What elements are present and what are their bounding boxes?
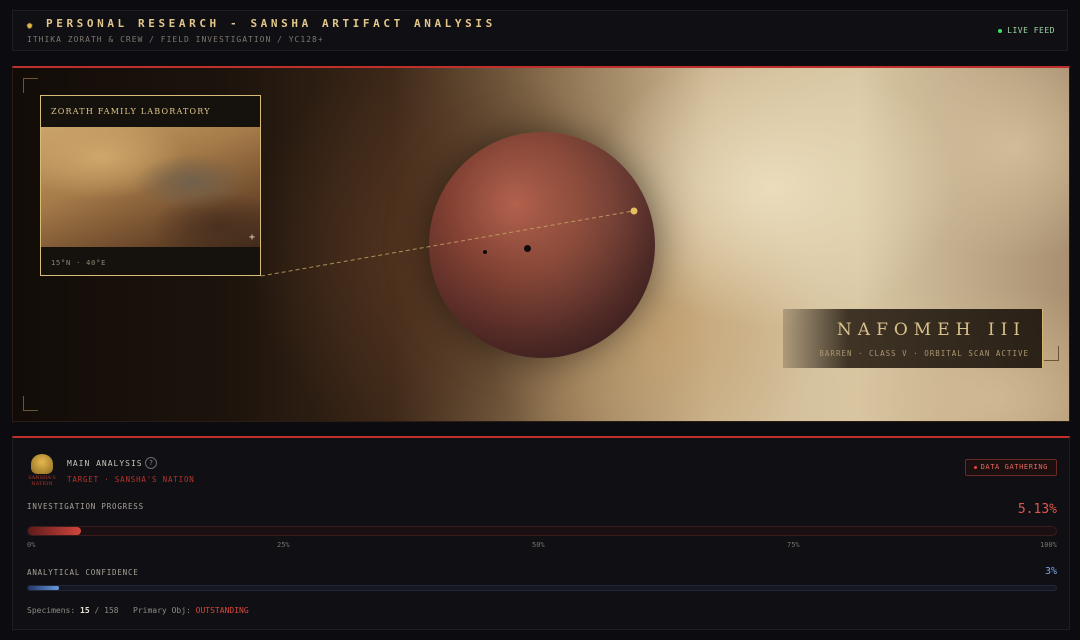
- analytical-confidence-bar: [27, 585, 1057, 591]
- specimens-total: 158: [104, 606, 119, 615]
- planet-crater: [524, 245, 531, 252]
- plus-icon[interactable]: +: [249, 232, 255, 243]
- analysis-footer: Specimens: 15 / 158 Primary Obj: OUTSTAN…: [27, 606, 249, 615]
- planet-sphere[interactable]: [429, 132, 655, 358]
- planet-name-plate: NAFOMEH III BARREN · CLASS V · ORBITAL S…: [783, 309, 1043, 368]
- planet-name: NAFOMEH III: [836, 320, 1026, 340]
- specimens-separator: /: [94, 606, 100, 615]
- frame-corner-bottom-right: [1044, 346, 1059, 361]
- live-feed-indicator[interactable]: LIVE FEED: [998, 26, 1055, 35]
- top-header: ✹ PERSONAL RESEARCH - SANSHA ARTIFACT AN…: [12, 10, 1068, 51]
- primary-objective-label: Primary Obj:: [133, 606, 191, 615]
- progress-tick: 50%: [532, 541, 545, 549]
- location-card[interactable]: ZORATH FAMILY LABORATORY + 15°N · 40°E: [40, 95, 261, 276]
- specimens-label: Specimens:: [27, 606, 76, 615]
- investigation-progress-value: 5.13%: [1017, 502, 1057, 517]
- page-title: PERSONAL RESEARCH - SANSHA ARTIFACT ANAL…: [46, 17, 496, 30]
- frame-corner-bottom-left: [23, 396, 38, 411]
- analytical-confidence-label: ANALYTICAL CONFIDENCE: [27, 568, 139, 577]
- breadcrumb: ITHIKA ZORATH & CREW / FIELD INVESTIGATI…: [27, 35, 324, 44]
- location-coords: 15°N · 40°E: [51, 259, 107, 267]
- investigation-progress-bar: [27, 526, 1057, 536]
- target-label: TARGET · SANSHA'S NATION: [67, 475, 195, 484]
- planet-meta: BARREN · CLASS V · ORBITAL SCAN ACTIVE: [819, 349, 1029, 358]
- location-image[interactable]: +: [41, 127, 260, 247]
- progress-tick: 100%: [1040, 541, 1057, 549]
- live-feed-label: LIVE FEED: [1007, 26, 1055, 35]
- frame-corner-top-left: [23, 78, 38, 93]
- planet-scene: ZORATH FAMILY LABORATORY + 15°N · 40°E N…: [12, 66, 1070, 422]
- location-title: ZORATH FAMILY LABORATORY: [51, 107, 211, 116]
- main-analysis-label: MAIN ANALYSIS: [67, 459, 143, 468]
- emblem-text-line: NATION: [31, 481, 53, 487]
- progress-tick: 25%: [277, 541, 290, 549]
- emblem-mark: [31, 454, 53, 474]
- analytical-confidence-fill: [28, 586, 59, 590]
- emblem-text: SANSHA'S NATION: [27, 475, 57, 487]
- analysis-panel: SANSHA'S NATION MAIN ANALYSIS ? TARGET ·…: [12, 436, 1070, 630]
- investigation-progress-label: INVESTIGATION PROGRESS: [27, 502, 144, 511]
- specimens-count: 15: [80, 606, 90, 615]
- status-badge-label: DATA GATHERING: [980, 463, 1048, 471]
- status-dot-icon: [973, 465, 977, 469]
- gear-icon: ✹: [26, 18, 34, 32]
- analytical-confidence-value: 3%: [1044, 566, 1057, 577]
- live-dot-icon: [998, 28, 1003, 33]
- progress-tick: 0%: [27, 541, 36, 549]
- primary-objective-value: OUTSTANDING: [195, 606, 249, 615]
- investigation-progress-fill: [28, 527, 81, 535]
- sansha-emblem-icon: SANSHA'S NATION: [27, 454, 57, 488]
- planet-crater: [483, 250, 487, 254]
- progress-tick: 75%: [787, 541, 800, 549]
- help-icon[interactable]: ?: [145, 457, 157, 469]
- status-badge: DATA GATHERING: [964, 459, 1057, 476]
